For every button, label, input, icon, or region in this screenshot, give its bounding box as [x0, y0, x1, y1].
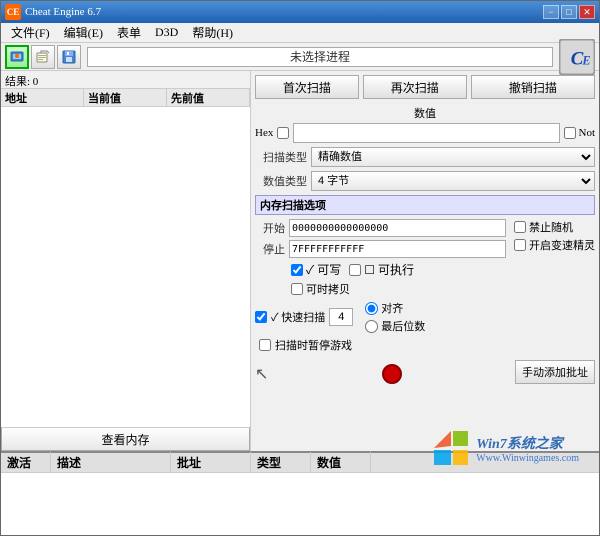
save-button[interactable]	[57, 45, 81, 69]
toolbar: 未选择进程 C E	[1, 43, 599, 71]
last-digit-radio-row: 最后位数	[365, 318, 425, 334]
svg-text:E: E	[581, 53, 590, 67]
win7-brand-text: Win7系统之家	[476, 433, 579, 453]
ce-logo: C E	[559, 39, 595, 75]
hex-checkbox[interactable]	[277, 127, 289, 139]
executable-label: ☐ 可执行	[364, 261, 414, 278]
lower-col-desc: 描述	[51, 452, 171, 473]
col-current-value: 当前值	[84, 89, 167, 106]
copy-on-write-label: 可时拷贝	[306, 281, 350, 297]
lower-col-type: 类型	[251, 452, 311, 473]
stop-label: 停止	[255, 241, 285, 257]
memory-scan-options-title: 内存扫描选项	[255, 195, 595, 215]
align-radio-row: 对齐	[365, 300, 425, 316]
open-process-button[interactable]	[5, 45, 29, 69]
win7-site-text: Www.Winwingames.com	[476, 453, 579, 464]
no-random-row: 禁止随机	[514, 219, 595, 235]
results-count: 结果: 0	[1, 71, 250, 89]
menu-d3d[interactable]: D3D	[149, 23, 184, 42]
address-table-header: 地址 当前值 先前值	[1, 89, 250, 107]
pause-game-row: 扫描时暂停游戏	[255, 337, 595, 353]
title-bar: CE Cheat Engine 6.7 − □ ✕	[1, 1, 599, 23]
col-address: 地址	[1, 89, 84, 106]
fast-scan-label: ✓ 快速扫描	[271, 309, 325, 325]
open-smart-row: 开启变速精灵	[514, 237, 595, 253]
copy-on-write-checkbox[interactable]	[291, 283, 303, 295]
app-window: CE Cheat Engine 6.7 − □ ✕ 文件(F) 编辑(E) 表单…	[0, 0, 600, 536]
no-random-label: 禁止随机	[529, 219, 573, 235]
left-panel: 结果: 0 地址 当前值 先前值 查看内存	[1, 71, 251, 451]
pause-game-label: 扫描时暂停游戏	[275, 337, 352, 353]
col-prev-value: 先前值	[167, 89, 250, 106]
main-area: 结果: 0 地址 当前值 先前值 查看内存 首次扫描 再次扫描 撤销扫描 数值 …	[1, 71, 599, 451]
menu-bar: 文件(F) 编辑(E) 表单 D3D 帮助(H)	[1, 23, 599, 43]
last-digit-label: 最后位数	[381, 318, 425, 334]
minimize-button[interactable]: −	[543, 5, 559, 19]
lower-col-active: 激活	[1, 452, 51, 473]
next-scan-button[interactable]: 再次扫描	[363, 75, 467, 99]
align-radio[interactable]	[365, 302, 378, 315]
open-smart-label: 开启变速精灵	[529, 237, 595, 253]
value-input-row: Hex Not	[255, 123, 595, 143]
scan-type-label: 扫描类型	[255, 149, 307, 165]
value-section-label: 数值	[255, 105, 595, 121]
process-selector[interactable]: 未选择进程	[87, 47, 553, 67]
scan-buttons-row: 首次扫描 再次扫描 撤销扫描	[255, 75, 595, 99]
app-icon: CE	[5, 4, 21, 20]
last-digit-radio[interactable]	[365, 320, 378, 333]
close-button[interactable]: ✕	[579, 5, 595, 19]
maximize-button[interactable]: □	[561, 5, 577, 19]
value-type-label: 数值类型	[255, 173, 307, 189]
scan-type-select[interactable]: 精确数值 大于 小于 两值之间 未知初始值	[311, 147, 595, 167]
pointer-cursor-icon[interactable]: ↖	[255, 364, 268, 384]
value-type-row: 数值类型 1 字节 2 字节 4 字节 8 字节 浮点数 双精度浮点 字符串 数…	[255, 171, 595, 191]
fast-scan-number[interactable]: 4	[329, 308, 353, 326]
menu-help[interactable]: 帮助(H)	[186, 22, 239, 43]
menu-edit[interactable]: 编辑(E)	[58, 22, 109, 43]
fast-scan-row: ✓ 快速扫描 4 对齐 最后位数	[255, 300, 595, 334]
align-label: 对齐	[381, 300, 403, 316]
fast-scan-checkbox[interactable]	[255, 311, 267, 323]
open-smart-checkbox[interactable]	[514, 239, 526, 251]
value-input[interactable]	[293, 123, 559, 143]
pause-game-checkbox[interactable]	[259, 339, 271, 351]
menu-file[interactable]: 文件(F)	[5, 22, 56, 43]
right-panel: 首次扫描 再次扫描 撤销扫描 数值 Hex Not 扫描类型 精确数值	[251, 71, 599, 451]
not-checkbox[interactable]	[564, 127, 576, 139]
writable-exec-row: ✓ 可写 ☐ 可执行	[255, 261, 595, 278]
lower-section: 激活 描述 批址 类型 数值 Win7系统之家	[1, 451, 599, 536]
value-type-select[interactable]: 1 字节 2 字节 4 字节 8 字节 浮点数 双精度浮点 字符串 数组	[311, 171, 595, 191]
scan-type-row: 扫描类型 精确数值 大于 小于 两值之间 未知初始值	[255, 147, 595, 167]
hex-label: Hex	[255, 127, 273, 139]
win7-logo-icon	[430, 427, 472, 469]
start-label: 开始	[255, 220, 285, 236]
executable-checkbox[interactable]	[349, 264, 361, 276]
manual-add-button[interactable]: 手动添加批址	[515, 360, 595, 384]
address-table-body	[1, 107, 250, 427]
window-title: Cheat Engine 6.7	[25, 6, 101, 18]
lower-col-value: 数值	[311, 452, 371, 473]
stop-address-row: 停止	[255, 240, 506, 258]
first-scan-button[interactable]: 首次扫描	[255, 75, 359, 99]
not-label: Not	[579, 127, 596, 139]
start-address-input[interactable]	[289, 219, 506, 237]
cancel-scan-button[interactable]: 撤销扫描	[471, 75, 595, 99]
open-file-button[interactable]	[31, 45, 55, 69]
stop-address-input[interactable]	[289, 240, 506, 258]
lower-col-addr: 批址	[171, 452, 251, 473]
browse-memory-button[interactable]: 查看内存	[1, 427, 250, 451]
no-random-checkbox[interactable]	[514, 221, 526, 233]
menu-table[interactable]: 表单	[111, 22, 147, 43]
stop-button[interactable]	[382, 364, 402, 384]
start-address-row: 开始	[255, 219, 506, 237]
writable-checkbox[interactable]	[291, 264, 303, 276]
writable-label: ✓ 可写	[306, 261, 341, 278]
